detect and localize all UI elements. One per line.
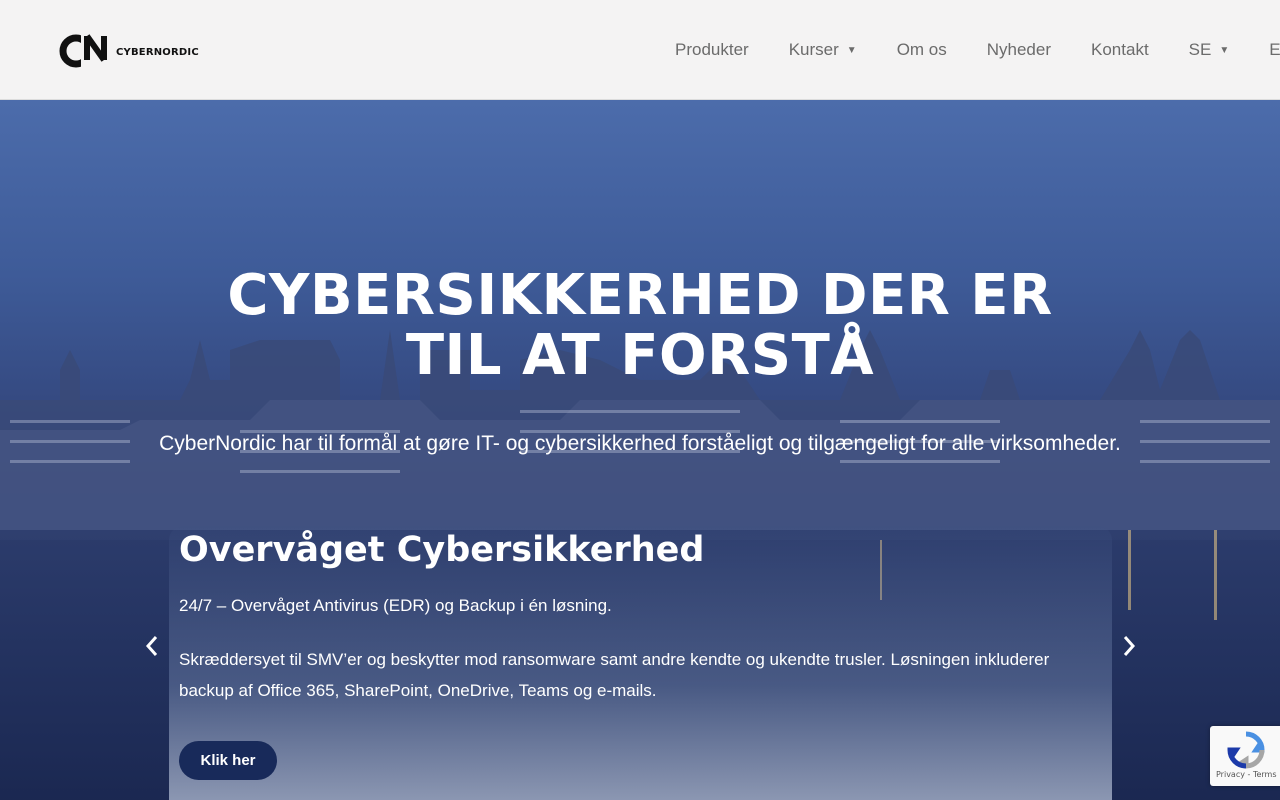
slide-paragraph-2: Skræddersyet til SMV’er og beskytter mod… bbox=[179, 650, 1050, 700]
recaptcha-badge[interactable]: Privacy - Terms bbox=[1210, 726, 1280, 786]
slide-paragraph-1: 24/7 – Overvåget Antivirus (EDR) og Back… bbox=[179, 596, 612, 615]
slide-title: Overvåget Cybersikkerhed bbox=[179, 530, 705, 570]
recaptcha-links[interactable]: Privacy - Terms bbox=[1216, 770, 1277, 779]
nav-item-produkter[interactable]: Produkter bbox=[675, 40, 749, 60]
recaptcha-icon bbox=[1227, 731, 1265, 769]
caret-down-icon: ▼ bbox=[846, 44, 857, 56]
site-header: CYBERNORDIC Produkter Kurser ▼ Om os Nyhe… bbox=[0, 0, 1280, 100]
hero-section: CYBERSIKKERHED DER ER TIL AT FORSTÅ Cybe… bbox=[0, 100, 1280, 800]
logo-text: CYBERNORDIC bbox=[116, 46, 199, 58]
chevron-right-icon bbox=[1123, 636, 1136, 656]
nav-item-om-os[interactable]: Om os bbox=[897, 40, 947, 60]
slider-prev-button[interactable] bbox=[140, 630, 164, 662]
hero-subtitle: CyberNordic har til formål at gøre IT- o… bbox=[159, 432, 1121, 455]
nav-item-nyheder[interactable]: Nyheder bbox=[987, 40, 1051, 60]
slider-next-button[interactable] bbox=[1117, 630, 1141, 662]
nav-item-eu[interactable]: EU bbox=[1269, 40, 1280, 60]
chevron-left-icon bbox=[145, 636, 158, 656]
cybernordic-logo-mark bbox=[59, 34, 107, 68]
main-nav: Produkter Kurser ▼ Om os Nyheder Kontakt … bbox=[675, 0, 1280, 99]
nav-item-language-se[interactable]: SE ▼ bbox=[1189, 40, 1230, 60]
klik-her-button[interactable]: Klik her bbox=[179, 741, 277, 780]
caret-down-icon: ▼ bbox=[1219, 44, 1230, 56]
slide-card: Overvåget Cybersikkerhed 24/7 – Overvåge… bbox=[169, 526, 1112, 800]
hero-title: CYBERSIKKERHED DER ER TIL AT FORSTÅ bbox=[227, 263, 1053, 388]
logo[interactable]: CYBERNORDIC bbox=[59, 30, 199, 68]
nav-item-kurser[interactable]: Kurser ▼ bbox=[789, 40, 857, 60]
nav-item-kontakt[interactable]: Kontakt bbox=[1091, 40, 1149, 60]
